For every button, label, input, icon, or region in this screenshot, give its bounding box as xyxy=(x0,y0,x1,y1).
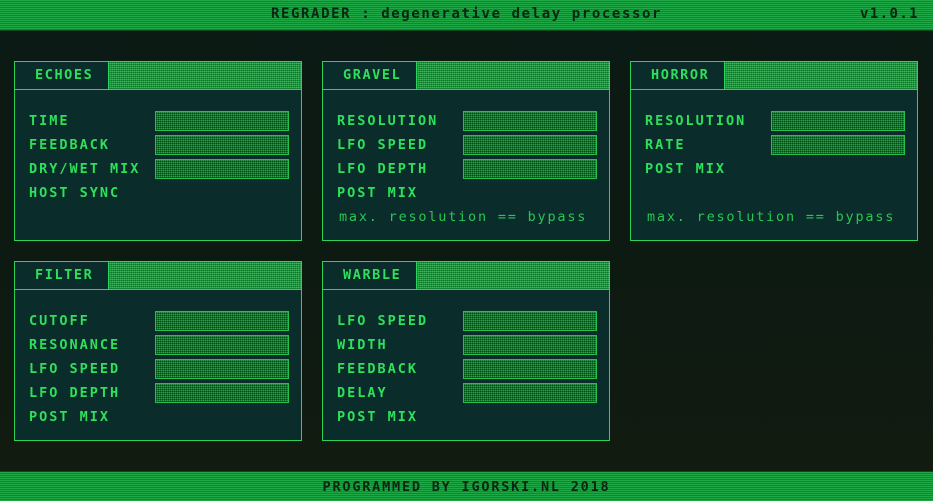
panel-gravel: GRAVEL RESOLUTION LFO SPEED LFO DEPTH PO… xyxy=(322,61,610,241)
panel-horror: HORROR RESOLUTION RATE POST MIX max. res… xyxy=(630,61,918,241)
feedback-slider[interactable] xyxy=(155,135,289,155)
credits-text: PROGRAMMED BY IGORSKI.NL 2018 xyxy=(322,479,611,495)
param-lfo-speed: LFO SPEED xyxy=(29,359,291,379)
param-label: FEEDBACK xyxy=(29,137,111,153)
width-slider[interactable] xyxy=(463,335,597,355)
param-post-mix[interactable]: POST MIX xyxy=(645,159,907,179)
param-label: LFO DEPTH xyxy=(29,385,121,401)
param-width: WIDTH xyxy=(337,335,599,355)
panel-header: HORROR xyxy=(631,62,917,90)
panel-title-gravel: GRAVEL xyxy=(343,67,402,83)
post-mix-toggle[interactable]: POST MIX xyxy=(337,409,418,425)
param-label: DRY/WET MIX xyxy=(29,161,141,177)
resolution-slider[interactable] xyxy=(771,111,905,131)
title-bar: REGRADER : degenerative delay processor … xyxy=(0,0,933,31)
resolution-slider[interactable] xyxy=(463,111,597,131)
param-post-mix[interactable]: POST MIX xyxy=(337,407,599,427)
panel-tab: GRAVEL xyxy=(323,62,417,89)
lfo-speed-slider[interactable] xyxy=(155,359,289,379)
param-label: DELAY xyxy=(337,385,388,401)
panel-tab: WARBLE xyxy=(323,262,417,289)
param-label: FEEDBACK xyxy=(337,361,419,377)
panel-tab: ECHOES xyxy=(15,62,109,89)
panel-header: GRAVEL xyxy=(323,62,609,90)
panel-title-filter: FILTER xyxy=(35,267,94,283)
panel-echoes: ECHOES TIME FEEDBACK DRY/WET MIX HOST SY… xyxy=(14,61,302,241)
param-delay: DELAY xyxy=(337,383,599,403)
app-title: REGRADER : degenerative delay processor xyxy=(270,6,663,22)
version-label: v1.0.1 xyxy=(860,6,919,22)
panel-title-warble: WARBLE xyxy=(343,267,402,283)
host-sync-toggle[interactable]: HOST SYNC xyxy=(29,185,120,201)
param-time: TIME xyxy=(29,111,291,131)
param-dry-wet-mix: DRY/WET MIX xyxy=(29,159,291,179)
panel-warble: WARBLE LFO SPEED WIDTH FEEDBACK DELAY PO… xyxy=(322,261,610,441)
panel-title-horror: HORROR xyxy=(651,67,710,83)
lfo-speed-slider[interactable] xyxy=(463,135,597,155)
post-mix-toggle[interactable]: POST MIX xyxy=(29,409,110,425)
param-label: CUTOFF xyxy=(29,313,90,329)
bypass-note: max. resolution == bypass xyxy=(339,209,588,225)
panel-header: WARBLE xyxy=(323,262,609,290)
param-resolution: RESOLUTION xyxy=(337,111,599,131)
param-label: LFO SPEED xyxy=(337,313,429,329)
lfo-speed-slider[interactable] xyxy=(463,311,597,331)
param-label: LFO SPEED xyxy=(337,137,429,153)
post-mix-toggle[interactable]: POST MIX xyxy=(337,185,418,201)
feedback-slider[interactable] xyxy=(463,359,597,379)
panel-tab: HORROR xyxy=(631,62,725,89)
post-mix-toggle[interactable]: POST MIX xyxy=(645,161,726,177)
param-feedback: FEEDBACK xyxy=(337,359,599,379)
resonance-slider[interactable] xyxy=(155,335,289,355)
cutoff-slider[interactable] xyxy=(155,311,289,331)
time-slider[interactable] xyxy=(155,111,289,131)
param-post-mix[interactable]: POST MIX xyxy=(29,407,291,427)
param-label: RESOLUTION xyxy=(337,113,439,129)
param-feedback: FEEDBACK xyxy=(29,135,291,155)
param-label: RESONANCE xyxy=(29,337,121,353)
param-label: RATE xyxy=(645,137,686,153)
param-lfo-depth: LFO DEPTH xyxy=(337,159,599,179)
rate-slider[interactable] xyxy=(771,135,905,155)
param-cutoff: CUTOFF xyxy=(29,311,291,331)
param-label: LFO DEPTH xyxy=(337,161,429,177)
param-label: TIME xyxy=(29,113,70,129)
panel-title-echoes: ECHOES xyxy=(35,67,94,83)
lfo-depth-slider[interactable] xyxy=(463,159,597,179)
panel-filter: FILTER CUTOFF RESONANCE LFO SPEED LFO DE… xyxy=(14,261,302,441)
param-lfo-speed: LFO SPEED xyxy=(337,135,599,155)
bypass-note: max. resolution == bypass xyxy=(647,209,896,225)
footer-bar: PROGRAMMED BY IGORSKI.NL 2018 xyxy=(0,471,933,501)
panel-header: ECHOES xyxy=(15,62,301,90)
param-resolution: RESOLUTION xyxy=(645,111,907,131)
delay-slider[interactable] xyxy=(463,383,597,403)
param-label: WIDTH xyxy=(337,337,388,353)
panel-tab: FILTER xyxy=(15,262,109,289)
param-label: LFO SPEED xyxy=(29,361,121,377)
param-host-sync[interactable]: HOST SYNC xyxy=(29,183,291,203)
dry-wet-mix-slider[interactable] xyxy=(155,159,289,179)
param-rate: RATE xyxy=(645,135,907,155)
panel-header: FILTER xyxy=(15,262,301,290)
lfo-depth-slider[interactable] xyxy=(155,383,289,403)
param-resonance: RESONANCE xyxy=(29,335,291,355)
param-post-mix[interactable]: POST MIX xyxy=(337,183,599,203)
param-lfo-depth: LFO DEPTH xyxy=(29,383,291,403)
param-lfo-speed: LFO SPEED xyxy=(337,311,599,331)
param-label: RESOLUTION xyxy=(645,113,747,129)
